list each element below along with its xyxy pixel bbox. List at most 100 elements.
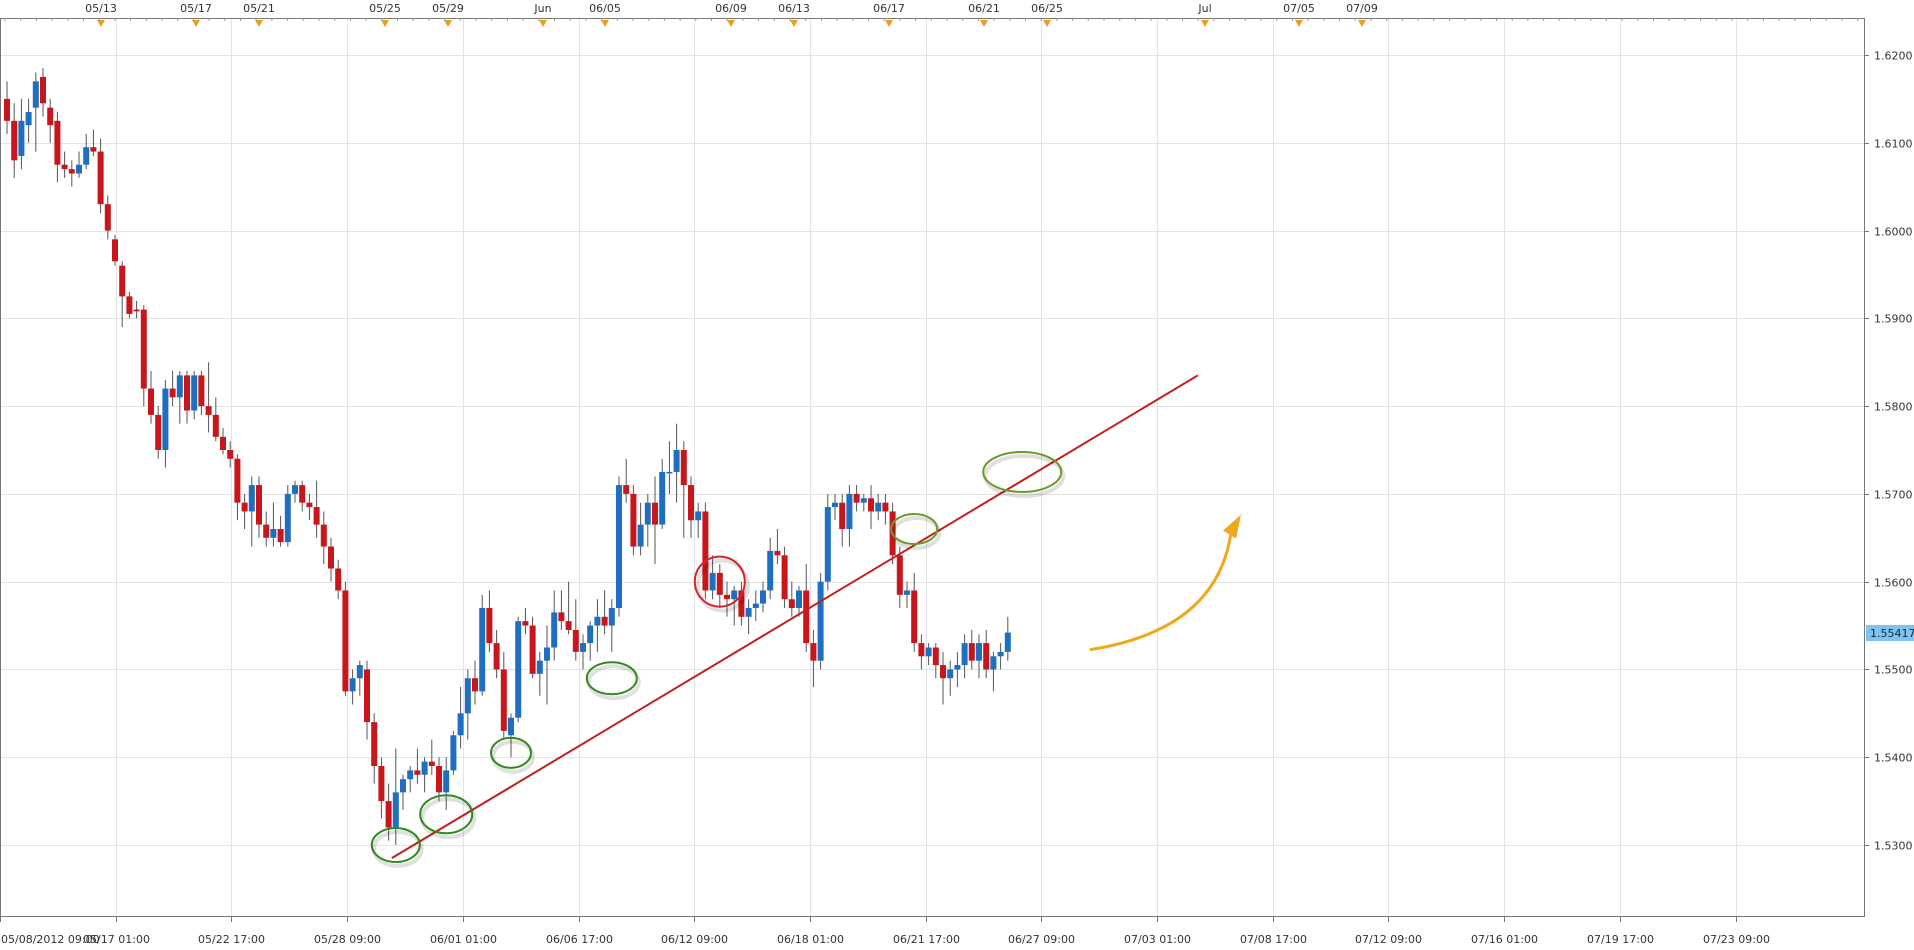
candle-down — [940, 665, 946, 679]
candle-down — [277, 529, 284, 543]
candle-up — [976, 643, 982, 661]
candle-down — [378, 766, 385, 802]
top-date-label: 05/29 — [432, 2, 464, 15]
candle-down — [97, 151, 104, 205]
candle-down — [630, 493, 637, 547]
candle-down — [803, 590, 810, 644]
candle-down — [623, 485, 630, 494]
y-tick-label: 1.5700 — [1874, 489, 1913, 502]
candle-up — [875, 502, 882, 512]
candle-up — [508, 717, 514, 736]
candle-down — [572, 629, 579, 652]
candle-up — [760, 590, 766, 604]
candle-down — [234, 458, 241, 503]
candle-down — [364, 669, 370, 723]
candle-up — [745, 608, 752, 617]
candle-down — [788, 599, 795, 608]
top-date-label: 07/05 — [1283, 2, 1315, 15]
y-tick-label: 1.5400 — [1874, 752, 1913, 765]
candle-down — [911, 590, 918, 644]
candle-down — [781, 555, 788, 600]
candle-up — [443, 770, 450, 793]
candle-down — [119, 265, 126, 297]
chart-background — [0, 0, 1914, 950]
candle-down — [4, 98, 10, 121]
top-date-label: 05/13 — [85, 2, 117, 15]
candle-down — [500, 669, 507, 731]
candle-up — [752, 603, 759, 608]
top-date-label: 06/09 — [715, 2, 747, 15]
candle-up — [76, 164, 82, 174]
candle-up — [709, 572, 716, 591]
candle-up — [580, 643, 586, 652]
candle-down — [868, 498, 874, 512]
candle-up — [695, 511, 702, 521]
candle-down — [716, 572, 723, 595]
candle-up — [731, 590, 738, 600]
candle-down — [680, 450, 687, 486]
candle-down — [522, 621, 529, 626]
top-date-label: 05/25 — [369, 2, 401, 15]
candle-down — [320, 524, 327, 547]
candle-up — [18, 120, 25, 156]
candle-down — [61, 164, 68, 170]
top-date-label: 06/25 — [1031, 2, 1063, 15]
candle-down — [47, 107, 54, 126]
x-tick-label: 05/28 09:00 — [314, 933, 381, 946]
top-date-label: 05/21 — [243, 2, 275, 15]
candle-down — [263, 524, 270, 538]
y-tick-label: 1.5500 — [1874, 664, 1913, 677]
x-tick-label: 06/18 01:00 — [777, 933, 844, 946]
candle-down — [40, 76, 46, 104]
candle-down — [140, 309, 147, 389]
candlestick-chart: 05/13 05/17 05/21 05/25 05/29 Jun 06/05 06/09 06… — [0, 0, 1914, 950]
candle-down — [918, 643, 925, 657]
candle-down — [493, 643, 500, 670]
candle-up — [925, 647, 932, 657]
candle-up — [796, 590, 802, 608]
x-tick-label: 06/27 09:00 — [1008, 933, 1075, 946]
candle-up — [673, 450, 680, 472]
candle-down — [328, 546, 334, 569]
candle-up — [479, 608, 486, 692]
candle-down — [227, 450, 234, 459]
candle-down — [810, 643, 817, 661]
x-tick-label: 06/21 17:00 — [893, 933, 960, 946]
y-tick-label: 1.5300 — [1874, 840, 1913, 853]
candle-up — [83, 147, 90, 165]
candle-down — [529, 625, 536, 674]
candle-up — [25, 112, 32, 126]
top-date-label: 06/17 — [873, 2, 905, 15]
candle-up — [1004, 632, 1011, 652]
candle-down — [601, 616, 608, 626]
candle-up — [407, 770, 414, 780]
x-tick-label: 07/03 01:00 — [1124, 933, 1191, 946]
candle-down — [968, 643, 975, 661]
candle-down — [133, 309, 140, 312]
candle-up — [544, 647, 550, 661]
candle-up — [464, 678, 471, 714]
candle-down — [220, 436, 226, 450]
top-date-label: 06/21 — [968, 2, 1000, 15]
candle-down — [155, 414, 162, 450]
x-tick-label: 07/08 17:00 — [1240, 933, 1307, 946]
candle-up — [767, 550, 774, 591]
top-date-label: 05/17 — [180, 2, 212, 15]
candle-up — [587, 625, 594, 644]
x-tick-label: 07/19 17:00 — [1587, 933, 1654, 946]
top-date-label: Jun — [533, 2, 551, 15]
candle-down — [306, 502, 313, 508]
candle-down — [212, 414, 219, 437]
candle-down — [184, 375, 190, 411]
candle-up — [162, 388, 169, 450]
candle-down — [11, 120, 18, 161]
x-tick-label: 05/17 01:00 — [83, 933, 150, 946]
candle-down — [853, 493, 860, 503]
x-tick-label: 05/22 17:00 — [198, 933, 265, 946]
candle-down — [205, 406, 212, 415]
candle-up — [392, 792, 399, 828]
x-tick-label: 06/01 01:00 — [430, 933, 497, 946]
candle-down — [169, 388, 176, 398]
candle-down — [565, 621, 572, 630]
candle-up — [515, 621, 522, 718]
